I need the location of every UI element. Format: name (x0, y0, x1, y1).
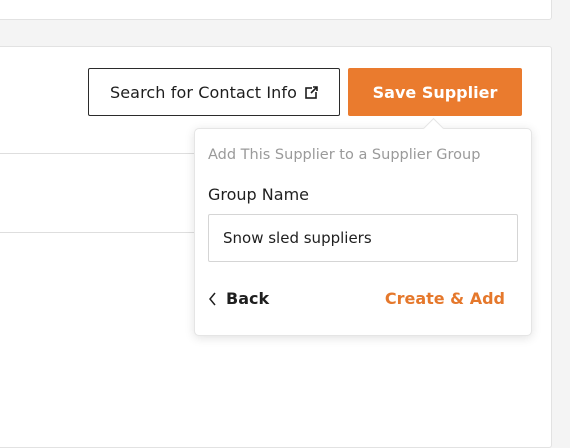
chevron-left-icon (209, 292, 216, 305)
supplier-group-popover: Add This Supplier to a Supplier Group Gr… (194, 128, 532, 336)
section-divider (0, 232, 200, 233)
back-label: Back (226, 289, 270, 308)
search-contact-info-button[interactable]: Search for Contact Info (88, 68, 340, 116)
back-button[interactable]: Back (208, 289, 269, 308)
external-link-icon (305, 85, 319, 99)
popover-heading: Add This Supplier to a Supplier Group (208, 147, 481, 163)
save-supplier-button[interactable]: Save Supplier (348, 68, 522, 116)
group-name-label: Group Name (208, 185, 309, 204)
top-card (0, 0, 552, 20)
search-contact-info-label: Search for Contact Info (109, 82, 298, 102)
save-supplier-label: Save Supplier (372, 82, 498, 102)
section-divider (0, 153, 200, 154)
group-name-input[interactable] (208, 214, 518, 262)
create-and-add-button[interactable]: Create & Add (385, 289, 505, 308)
